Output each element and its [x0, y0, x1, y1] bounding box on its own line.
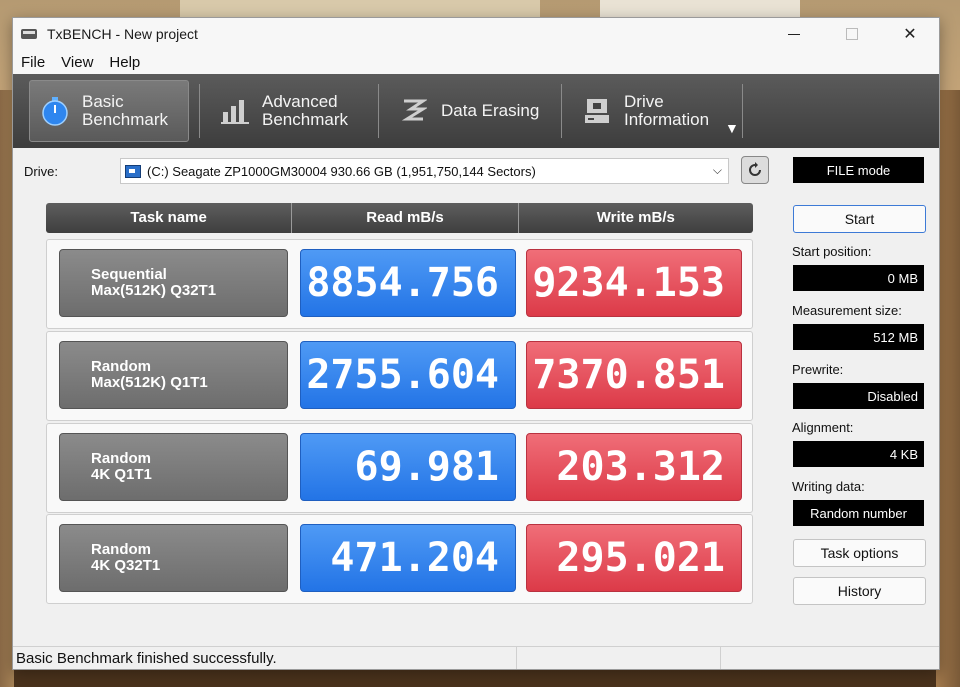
toolbar-divider: [742, 84, 743, 138]
alignment-field[interactable]: 4 KB: [793, 441, 924, 467]
tab-label-line1: Drive: [624, 92, 664, 111]
write-value: 9234.153: [526, 249, 742, 317]
result-row-random-4k-q32: Random 4K Q32T1 471.204 295.021: [46, 514, 753, 604]
start-position-label: Start position:: [792, 244, 872, 259]
task-button[interactable]: Random Max(512K) Q1T1: [59, 341, 288, 409]
menu-view[interactable]: View: [53, 54, 101, 71]
drive-select[interactable]: (C:) Seagate ZP1000GM30004 930.66 GB (1,…: [120, 158, 729, 184]
task-name-line1: Random: [91, 450, 151, 467]
task-button[interactable]: Random 4K Q1T1: [59, 433, 288, 501]
chevron-down-icon: ⌵: [712, 163, 722, 177]
read-value: 471.204: [300, 524, 516, 592]
drive-select-value: (C:) Seagate ZP1000GM30004 930.66 GB (1,…: [147, 163, 536, 179]
writing-data-label: Writing data:: [792, 479, 865, 494]
task-name-line2: 4K Q1T1: [91, 466, 152, 483]
refresh-icon: [749, 162, 761, 176]
drive-icon: [125, 164, 141, 178]
status-message: Basic Benchmark finished successfully.: [13, 647, 517, 669]
write-value: 295.021: [526, 524, 742, 592]
tab-label-line2: Information: [624, 110, 710, 129]
writing-data-field[interactable]: Random number: [793, 500, 924, 526]
status-segment: [721, 647, 924, 669]
minimize-icon: [788, 33, 800, 35]
title-bar: TxBENCH - New project ✕: [13, 18, 939, 50]
bar-chart-icon: [220, 96, 250, 126]
tab-basic-benchmark[interactable]: Basic Benchmark: [29, 80, 189, 142]
write-value: 7370.851: [526, 341, 742, 409]
header-write: Write mB/s: [596, 209, 675, 226]
measurement-size-label: Measurement size:: [792, 303, 902, 318]
main-toolbar: Basic Benchmark Advanced Benchmark Data …: [13, 74, 939, 148]
read-value: 8854.756: [300, 249, 516, 317]
task-button[interactable]: Sequential Max(512K) Q32T1: [59, 249, 288, 317]
tab-label-line1: Advanced: [262, 92, 338, 111]
task-options-button[interactable]: Task options: [793, 539, 926, 567]
prewrite-field[interactable]: Disabled: [793, 383, 924, 409]
start-button[interactable]: Start: [793, 205, 926, 233]
toolbar-divider: [199, 84, 200, 138]
result-row-random-512k: Random Max(512K) Q1T1 2755.604 7370.851: [46, 331, 753, 421]
menu-file[interactable]: File: [13, 54, 53, 71]
task-button[interactable]: Random 4K Q32T1: [59, 524, 288, 592]
tab-label-line2: Benchmark: [82, 110, 168, 129]
write-value: 203.312: [526, 433, 742, 501]
task-name-line2: 4K Q32T1: [91, 557, 161, 574]
read-value: 69.981: [300, 433, 516, 501]
read-value: 2755.604: [300, 341, 516, 409]
drive-info-icon: [582, 96, 612, 126]
tab-label-line1: Basic: [82, 92, 124, 111]
toolbar-more-dropdown[interactable]: ▼: [725, 120, 739, 136]
menu-help[interactable]: Help: [101, 54, 148, 71]
toolbar-divider: [561, 84, 562, 138]
task-name-line1: Random: [91, 358, 151, 375]
erase-icon: [399, 96, 429, 126]
refresh-button[interactable]: [741, 156, 769, 184]
start-position-field[interactable]: 0 MB: [793, 265, 924, 291]
close-icon: ✕: [903, 26, 917, 43]
tab-advanced-benchmark[interactable]: Advanced Benchmark: [210, 81, 368, 141]
history-button[interactable]: History: [793, 577, 926, 605]
status-bar: Basic Benchmark finished successfully.: [13, 646, 939, 669]
toolbar-divider: [378, 84, 379, 138]
tab-drive-information[interactable]: Drive Information: [572, 81, 732, 141]
window-title: TxBENCH - New project: [47, 26, 198, 42]
app-window: TxBENCH - New project ✕ File View Help B…: [12, 17, 940, 670]
maximize-icon: [846, 28, 858, 40]
menu-bar: File View Help: [13, 50, 939, 74]
tab-label: Data Erasing: [441, 101, 540, 120]
tab-label-line2: Benchmark: [262, 110, 348, 129]
tab-data-erasing[interactable]: Data Erasing: [389, 81, 551, 141]
stopwatch-icon: [40, 96, 70, 126]
task-name-line2: Max(512K) Q1T1: [91, 374, 208, 391]
minimize-button[interactable]: [765, 18, 823, 50]
main-content: Drive: (C:) Seagate ZP1000GM30004 930.66…: [13, 148, 939, 618]
result-row-sequential: Sequential Max(512K) Q32T1 8854.756 9234…: [46, 239, 753, 329]
file-mode-indicator: FILE mode: [793, 157, 924, 183]
results-header: Task name Read mB/s Write mB/s: [46, 203, 753, 233]
app-icon: [21, 27, 39, 41]
result-row-random-4k-q1: Random 4K Q1T1 69.981 203.312: [46, 423, 753, 513]
status-segment: [517, 647, 721, 669]
measurement-size-field[interactable]: 512 MB: [793, 324, 924, 350]
task-name-line1: Random: [91, 541, 151, 558]
prewrite-label: Prewrite:: [792, 362, 844, 377]
alignment-label: Alignment:: [792, 420, 854, 435]
header-task-name: Task name: [46, 203, 293, 233]
close-button[interactable]: ✕: [881, 18, 939, 50]
maximize-button[interactable]: [823, 18, 881, 50]
drive-label: Drive:: [24, 164, 58, 179]
task-name-line2: Max(512K) Q32T1: [91, 282, 217, 299]
header-read: Read mB/s: [292, 203, 519, 233]
task-name-line1: Sequential: [91, 266, 167, 283]
